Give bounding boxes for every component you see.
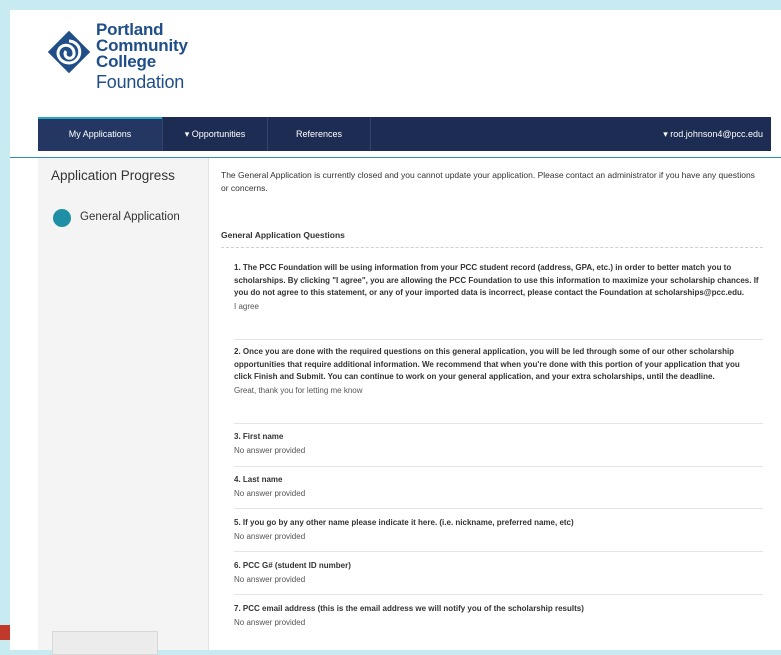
logo-text-line3: College [96, 52, 157, 71]
question-divider [234, 423, 763, 424]
question-title: 7. PCC email address (this is the email … [234, 604, 584, 613]
question-item: 3. First name No answer provided [234, 431, 759, 457]
sidebar: Application Progress General Application [38, 158, 209, 655]
logo-diamond-spiral-icon [47, 30, 91, 74]
question-item: 5. If you go by any other name please in… [234, 517, 759, 543]
question-title: 4. Last name [234, 475, 283, 484]
question-answer: No answer provided [234, 574, 306, 584]
main-content: The General Application is currently clo… [217, 158, 767, 650]
question-divider [234, 551, 763, 552]
question-title: 3. First name [234, 432, 284, 441]
page: Portland Community College Foundation My… [10, 10, 781, 655]
sidebar-button[interactable] [52, 631, 158, 655]
question-title: 6. PCC G# (student ID number) [234, 561, 351, 570]
sidebar-item-general-application[interactable]: General Application [80, 211, 180, 223]
nav-opportunities[interactable]: ▾ Opportunities [163, 117, 267, 151]
user-menu[interactable]: ▾ rod.johnson4@pcc.edu [663, 117, 763, 151]
question-item: 2. Once you are done with the required q… [234, 346, 759, 397]
section-divider [221, 247, 763, 248]
question-divider [234, 508, 763, 509]
question-title: 1. The PCC Foundation will be using info… [234, 263, 759, 297]
progress-status-icon [53, 209, 71, 227]
nav-references[interactable]: References [268, 117, 370, 151]
question-answer: No answer provided [234, 617, 306, 627]
logo-text-line4: Foundation [96, 72, 185, 92]
nav-divider [370, 117, 371, 151]
question-divider [234, 466, 763, 467]
question-divider [234, 594, 763, 595]
question-item: 7. PCC email address (this is the email … [234, 603, 759, 629]
question-title: 5. If you go by any other name please in… [234, 518, 574, 527]
question-answer: Great, thank you for letting me know [234, 385, 363, 395]
question-answer: No answer provided [234, 531, 306, 541]
question-answer: No answer provided [234, 445, 306, 455]
question-answer: No answer provided [234, 488, 306, 498]
window-background [0, 0, 781, 10]
question-answer: I agree [234, 301, 259, 311]
question-title: 2. Once you are done with the required q… [234, 347, 740, 381]
closed-notice: The General Application is currently clo… [221, 170, 755, 193]
nav-my-applications[interactable]: My Applications [38, 117, 162, 151]
question-item: 4. Last name No answer provided [234, 474, 759, 500]
sidebar-title: Application Progress [51, 168, 175, 183]
top-navbar: My Applications ▾ Opportunities Referenc… [38, 117, 771, 151]
question-divider [234, 339, 763, 340]
question-item: 6. PCC G# (student ID number) No answer … [234, 560, 759, 586]
corner-graphic [0, 625, 10, 640]
question-item: 1. The PCC Foundation will be using info… [234, 262, 759, 313]
section-title: General Application Questions [221, 230, 345, 240]
pcc-foundation-logo[interactable]: Portland Community College Foundation [44, 21, 214, 102]
